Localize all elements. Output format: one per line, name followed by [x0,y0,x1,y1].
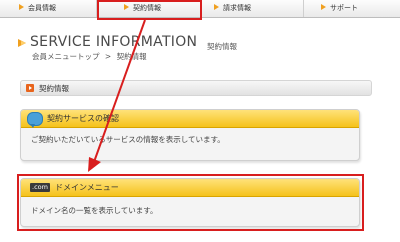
red-arrow-icon [88,19,146,172]
